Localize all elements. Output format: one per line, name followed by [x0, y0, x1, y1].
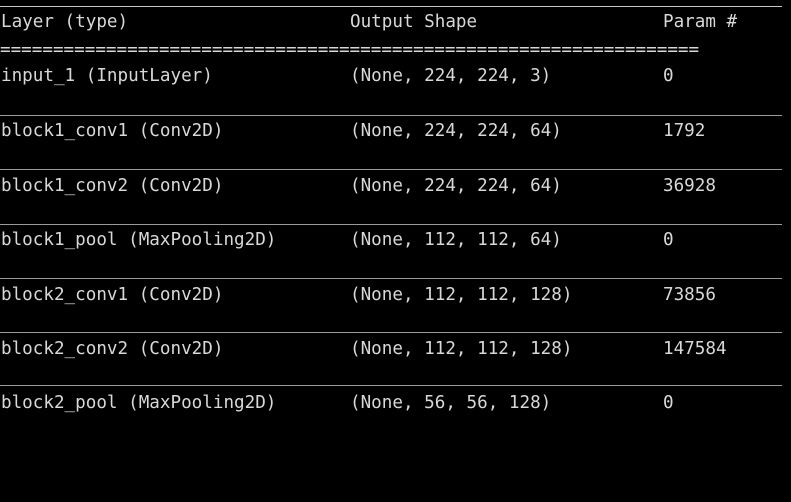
table-row: block2_conv1 (Conv2D) (None, 112, 112, 1…	[0, 284, 716, 306]
table-row: input_1 (InputLayer) (None, 224, 224, 3)…	[0, 65, 674, 87]
output-shape: (None, 112, 112, 128)	[350, 285, 573, 305]
model-summary-terminal: Layer (type) Output Shape Param # ======…	[0, 0, 791, 433]
row-divider	[0, 115, 782, 116]
output-shape: (None, 224, 224, 3)	[350, 66, 552, 86]
layer-name: block1_pool (MaxPooling2D)	[1, 230, 277, 250]
output-shape: (None, 112, 112, 64)	[350, 230, 562, 250]
row-divider	[0, 385, 782, 386]
header-param-count: Param #	[663, 12, 738, 32]
param-count: 0	[663, 66, 674, 86]
layer-name: block2_conv1 (Conv2D)	[1, 285, 224, 305]
table-row: block1_conv1 (Conv2D) (None, 224, 224, 6…	[0, 120, 705, 142]
table-row: block2_conv2 (Conv2D) (None, 112, 112, 1…	[0, 338, 727, 360]
table-row: block1_conv2 (Conv2D) (None, 224, 224, 6…	[0, 175, 716, 197]
layer-name: input_1 (InputLayer)	[1, 66, 213, 86]
header-output-shape: Output Shape	[350, 12, 478, 32]
header-layer-type: Layer (type)	[1, 12, 129, 32]
output-shape: (None, 224, 224, 64)	[350, 176, 562, 196]
param-count: 73856	[663, 285, 716, 305]
param-count: 147584	[663, 339, 727, 359]
top-divider	[0, 6, 782, 7]
table-row: block1_pool (MaxPooling2D) (None, 112, 1…	[0, 229, 674, 251]
param-count: 36928	[663, 176, 716, 196]
param-count: 1792	[663, 121, 706, 141]
output-shape: (None, 112, 112, 128)	[350, 339, 573, 359]
output-shape: (None, 56, 56, 128)	[350, 393, 552, 413]
header-separator: ========================================…	[0, 40, 700, 60]
param-count: 0	[663, 230, 674, 250]
row-divider	[0, 332, 782, 333]
row-divider	[0, 278, 782, 279]
param-count: 0	[663, 393, 674, 413]
table-header: Layer (type) Output Shape Param #	[0, 11, 737, 33]
layer-name: block1_conv1 (Conv2D)	[1, 121, 224, 141]
layer-name: block2_pool (MaxPooling2D)	[1, 393, 277, 413]
row-divider	[0, 224, 782, 225]
output-shape: (None, 224, 224, 64)	[350, 121, 562, 141]
layer-name: block1_conv2 (Conv2D)	[1, 176, 224, 196]
layer-name: block2_conv2 (Conv2D)	[1, 339, 224, 359]
table-row: block2_pool (MaxPooling2D) (None, 56, 56…	[0, 392, 674, 414]
row-divider	[0, 169, 782, 170]
